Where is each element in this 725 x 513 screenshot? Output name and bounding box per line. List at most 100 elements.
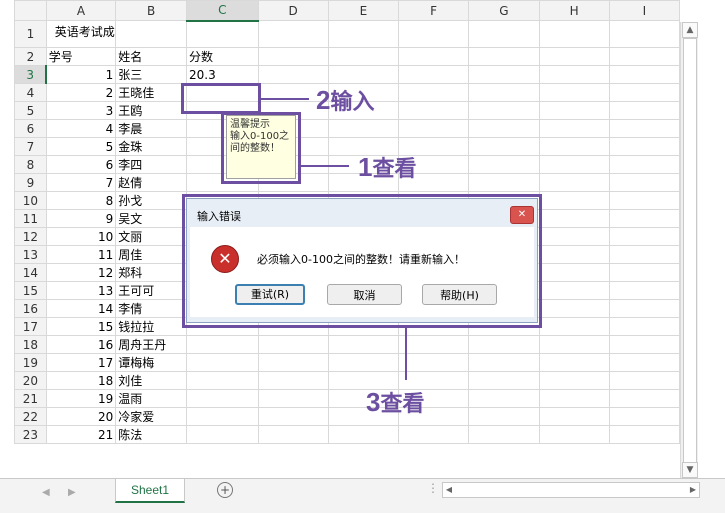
- cell[interactable]: [257, 407, 329, 426]
- cell[interactable]: [608, 299, 680, 318]
- cell[interactable]: [468, 371, 540, 390]
- sheet-title-cell[interactable]: 英语考试成绩表: [45, 20, 117, 48]
- row-header[interactable]: 12: [14, 227, 47, 246]
- header-cell-id[interactable]: 学号: [45, 47, 117, 66]
- cell[interactable]: [257, 353, 329, 372]
- cell[interactable]: [327, 65, 400, 84]
- cell[interactable]: [468, 389, 540, 408]
- split-handle-icon[interactable]: ⋮: [427, 481, 439, 495]
- name-cell[interactable]: 王晓佳: [115, 83, 188, 102]
- cell[interactable]: [608, 245, 680, 264]
- cell[interactable]: [468, 47, 540, 66]
- id-cell[interactable]: 18: [45, 371, 117, 390]
- row-header[interactable]: 10: [14, 191, 47, 210]
- cell[interactable]: [538, 407, 610, 426]
- cell[interactable]: [257, 47, 329, 66]
- retry-button[interactable]: 重试(R): [235, 284, 305, 305]
- id-cell[interactable]: 21: [45, 425, 117, 444]
- id-cell[interactable]: 10: [45, 227, 117, 246]
- cell[interactable]: [608, 47, 680, 66]
- column-header-e[interactable]: E: [327, 0, 400, 21]
- row-header[interactable]: 23: [14, 425, 47, 444]
- row-header[interactable]: 20: [14, 371, 47, 390]
- cell[interactable]: [327, 353, 400, 372]
- cell[interactable]: [397, 83, 470, 102]
- row-header[interactable]: 5: [14, 101, 47, 120]
- cell[interactable]: [186, 371, 259, 390]
- row-header[interactable]: 2: [14, 47, 47, 66]
- cell[interactable]: [468, 155, 540, 174]
- id-cell[interactable]: 8: [45, 191, 117, 210]
- cell[interactable]: [538, 227, 610, 246]
- cell[interactable]: [608, 389, 680, 408]
- cell[interactable]: [468, 353, 540, 372]
- id-cell[interactable]: 13: [45, 281, 117, 300]
- id-cell[interactable]: 17: [45, 353, 117, 372]
- cell[interactable]: [608, 101, 680, 120]
- cell[interactable]: [538, 371, 610, 390]
- cell[interactable]: [397, 101, 470, 120]
- help-button[interactable]: 帮助(H): [422, 284, 497, 305]
- cell[interactable]: [538, 353, 610, 372]
- name-cell[interactable]: 冷家爱: [115, 407, 188, 426]
- cell[interactable]: [327, 119, 400, 138]
- column-header-b[interactable]: B: [115, 0, 188, 21]
- cell[interactable]: [397, 65, 470, 84]
- name-cell[interactable]: 温雨: [115, 389, 188, 408]
- cell[interactable]: [608, 20, 680, 48]
- cell[interactable]: [608, 119, 680, 138]
- cell[interactable]: [538, 245, 610, 264]
- row-header[interactable]: 1: [14, 20, 47, 48]
- row-header[interactable]: 13: [14, 245, 47, 264]
- cell[interactable]: [468, 119, 540, 138]
- name-cell[interactable]: 吴文: [115, 209, 188, 228]
- cell[interactable]: [608, 155, 680, 174]
- name-cell[interactable]: 钱拉拉: [115, 317, 188, 336]
- cell[interactable]: [468, 20, 540, 48]
- row-header[interactable]: 17: [14, 317, 47, 336]
- row-header[interactable]: 7: [14, 137, 47, 156]
- cell[interactable]: [257, 20, 329, 48]
- cell[interactable]: [257, 335, 329, 354]
- cell[interactable]: [608, 137, 680, 156]
- row-header[interactable]: 18: [14, 335, 47, 354]
- row-header[interactable]: 6: [14, 119, 47, 138]
- cell[interactable]: [538, 137, 610, 156]
- cell[interactable]: [397, 425, 470, 444]
- cell[interactable]: [468, 83, 540, 102]
- cell[interactable]: [538, 389, 610, 408]
- name-cell[interactable]: 周佳: [115, 245, 188, 264]
- select-all-corner[interactable]: [14, 0, 47, 21]
- cell[interactable]: [397, 47, 470, 66]
- cell[interactable]: [468, 101, 540, 120]
- cell[interactable]: [608, 335, 680, 354]
- column-header-a[interactable]: A: [45, 0, 117, 21]
- cell[interactable]: [397, 119, 470, 138]
- id-cell[interactable]: 16: [45, 335, 117, 354]
- id-cell[interactable]: 19: [45, 389, 117, 408]
- id-cell[interactable]: 14: [45, 299, 117, 318]
- cell[interactable]: [608, 173, 680, 192]
- cell[interactable]: [257, 371, 329, 390]
- row-header[interactable]: 8: [14, 155, 47, 174]
- name-cell[interactable]: 李晨: [115, 119, 188, 138]
- cell[interactable]: [397, 335, 470, 354]
- row-header[interactable]: 11: [14, 209, 47, 228]
- cell[interactable]: [186, 353, 259, 372]
- name-cell[interactable]: 周舟王丹: [115, 335, 188, 354]
- add-sheet-icon[interactable]: +: [217, 482, 233, 498]
- cell[interactable]: [538, 65, 610, 84]
- cell[interactable]: [186, 335, 259, 354]
- cell[interactable]: [538, 281, 610, 300]
- cell[interactable]: [608, 407, 680, 426]
- cell[interactable]: [538, 119, 610, 138]
- id-cell[interactable]: 4: [45, 119, 117, 138]
- row-header[interactable]: 9: [14, 173, 47, 192]
- cell[interactable]: [397, 353, 470, 372]
- cell[interactable]: [468, 335, 540, 354]
- cell[interactable]: [538, 299, 610, 318]
- column-header-i[interactable]: I: [608, 0, 680, 21]
- id-cell[interactable]: 9: [45, 209, 117, 228]
- column-header-g[interactable]: G: [468, 0, 540, 21]
- cell[interactable]: [538, 425, 610, 444]
